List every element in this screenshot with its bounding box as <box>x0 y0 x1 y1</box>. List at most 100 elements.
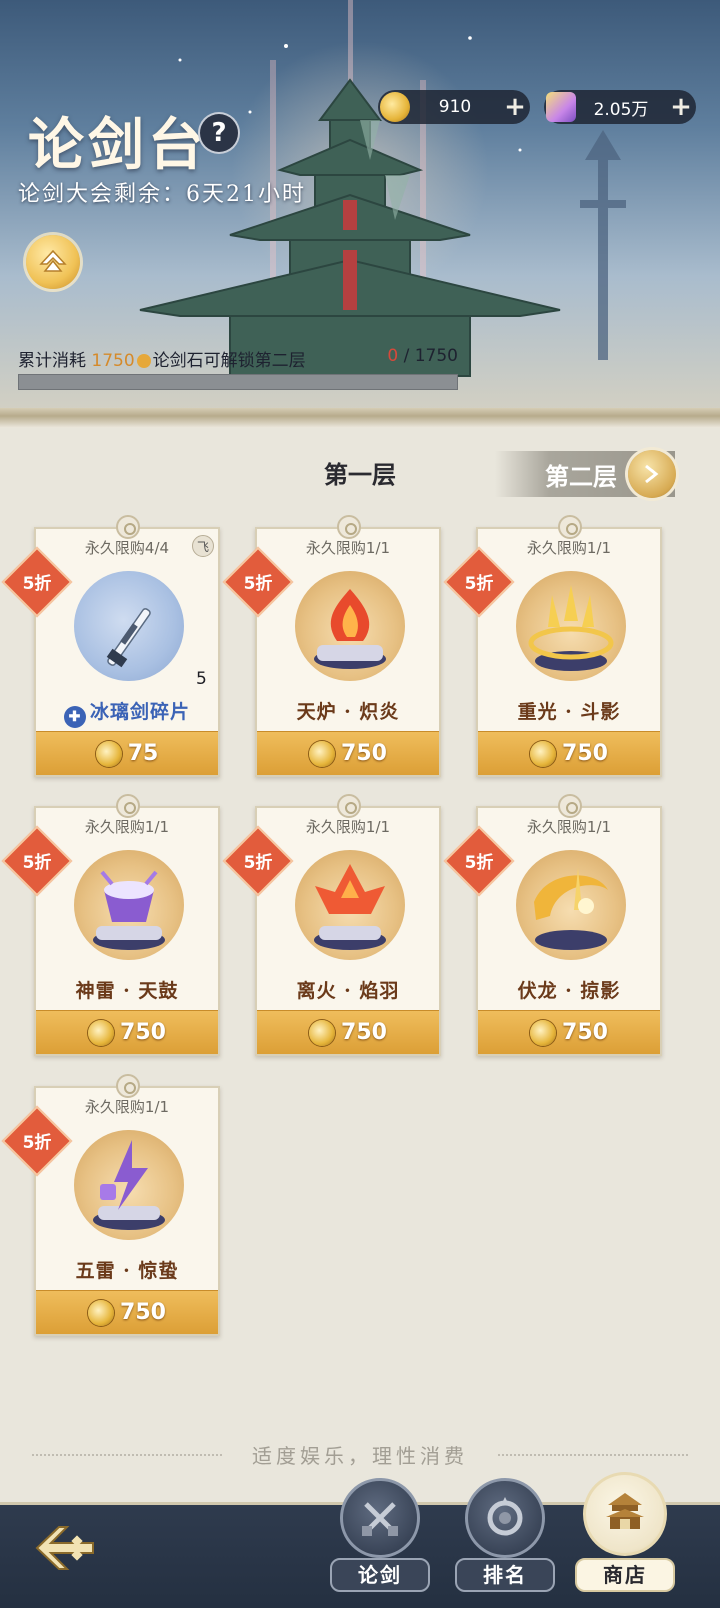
back-arrow-icon[interactable] <box>30 1518 100 1578</box>
discount-label: 5折 <box>22 853 52 873</box>
arrow-right-shape <box>645 464 659 484</box>
rank-chevron-shape <box>39 249 67 272</box>
shop-item-card[interactable]: 永久限购4/4 飞 5折 5 ✚ 冰璃剑碎片 75 <box>1 515 220 777</box>
purchase-limit: 永久限购1/1 <box>84 818 170 836</box>
shop-pavilion-shape <box>606 1493 644 1529</box>
item-name-text: 重光 · 斗影 <box>517 701 621 723</box>
buy-button[interactable]: 750 <box>478 1010 660 1054</box>
unlock-progress-bar <box>18 374 458 390</box>
unlock-progress-count: 0 / 1750 <box>387 346 458 366</box>
item-name: 重光 · 斗影 <box>478 697 660 724</box>
ranking-emblem-icon <box>465 1478 545 1558</box>
purchase-limit: 永久限购1/1 <box>526 818 612 836</box>
purchase-limit: 永久限购1/1 <box>305 539 391 557</box>
item-art <box>314 589 386 669</box>
coin-amount: 910 <box>438 97 472 117</box>
help-button[interactable]: ? <box>200 114 238 152</box>
sword-stone-icon <box>309 740 336 767</box>
card-knot-ornament <box>558 794 582 818</box>
card-knot-ornament <box>116 515 140 539</box>
item-price: 750 <box>341 1020 387 1045</box>
tab-floor-two-label: 第二层 <box>545 461 617 491</box>
nav-lunjian-label: 论剑 <box>330 1558 430 1592</box>
buy-button[interactable]: 750 <box>36 1290 218 1334</box>
item-art <box>534 868 608 950</box>
unlock-target: 1750 <box>414 346 458 366</box>
drum-item-icon <box>74 850 184 960</box>
discount-label: 5折 <box>22 574 52 594</box>
item-art <box>93 1140 165 1230</box>
item-art <box>106 608 151 668</box>
shop-item-card[interactable]: 永久限购1/1 5折神雷 · 天鼓 750 <box>1 794 220 1056</box>
nav-ranking-label: 排名 <box>455 1558 555 1592</box>
discount-label: 5折 <box>243 574 273 594</box>
title-block: 论剑台 <box>28 100 208 181</box>
moderation-notice: 适度娱乐，理性消费 <box>0 1440 720 1469</box>
buy-button[interactable]: 750 <box>36 1010 218 1054</box>
add-coin-button[interactable]: + <box>500 92 530 122</box>
purchase-limit: 永久限购1/1 <box>84 1098 170 1116</box>
discount-label: 5折 <box>243 853 273 873</box>
unlock-prefix: 累计消耗 <box>18 351 92 371</box>
discount-label: 5折 <box>464 853 494 873</box>
back-arrow-shape <box>35 1526 94 1570</box>
nav-lunjian[interactable]: 论剑 <box>330 1478 430 1608</box>
fly-badge: 飞 <box>192 535 214 557</box>
shop-item-card[interactable]: 永久限购1/1 5折重光 · 斗影 750 <box>443 515 662 777</box>
buy-button[interactable]: 750 <box>257 731 439 775</box>
card-knot-ornament <box>337 515 361 539</box>
unlock-suffix: 论剑石可解锁第二层 <box>152 351 306 371</box>
item-price: 750 <box>562 1020 608 1045</box>
nav-ranking[interactable]: 排名 <box>455 1478 555 1608</box>
event-countdown: 论剑大会剩余：6天21小时 <box>18 182 306 207</box>
sword-stone-icon <box>136 354 151 368</box>
purchase-limit: 永久限购1/1 <box>305 818 391 836</box>
gem-amount: 2.05万 <box>593 99 649 120</box>
item-price: 750 <box>120 1020 166 1045</box>
ranking-emblem-shape <box>487 1497 523 1536</box>
item-name: ✚ 冰璃剑碎片 <box>36 697 218 728</box>
item-art <box>528 585 614 671</box>
sword-stone-icon <box>95 740 122 767</box>
item-name-text: 冰璃剑碎片 <box>89 701 190 723</box>
nav-shop-label: 商店 <box>575 1558 675 1592</box>
next-floor-arrow-icon[interactable] <box>628 450 676 498</box>
crossed-swords-icon <box>340 1478 420 1558</box>
item-name-text: 离火 · 焰羽 <box>296 980 400 1002</box>
crossed-swords-shape <box>362 1502 398 1536</box>
buy-button[interactable]: 750 <box>257 1010 439 1054</box>
item-price: 750 <box>341 741 387 766</box>
item-price: 750 <box>562 741 608 766</box>
tab-floor-one[interactable]: 第一层 <box>300 455 420 490</box>
item-name: 五雷 · 惊蛰 <box>36 1256 218 1283</box>
shop-item-card[interactable]: 永久限购1/1 5折 伏龙 · 掠影 750 <box>443 794 662 1056</box>
rank-chevron-icon[interactable] <box>26 235 80 289</box>
add-gem-button[interactable]: + <box>666 92 696 122</box>
discount-label: 5折 <box>22 1133 52 1153</box>
nav-shop[interactable]: 商店 <box>575 1472 675 1608</box>
item-name: 神雷 · 天鼓 <box>36 976 218 1003</box>
item-name-text: 五雷 · 惊蛰 <box>75 1260 179 1282</box>
jade-ticket-icon <box>546 92 576 122</box>
purchase-limit: 永久限购1/1 <box>526 539 612 557</box>
discount-label: 5折 <box>464 574 494 594</box>
sword-stone-icon <box>530 1019 557 1046</box>
item-name: 天炉 · 炽炎 <box>257 697 439 724</box>
unlock-current: 0 <box>387 346 399 366</box>
card-knot-ornament <box>558 515 582 539</box>
feather-item-icon <box>295 850 405 960</box>
item-name-text: 神雷 · 天鼓 <box>75 980 179 1002</box>
page-title: 论剑台 <box>28 112 208 178</box>
shop-item-card[interactable]: 永久限购1/1 5折天炉 · 炽炎 750 <box>222 515 441 777</box>
shop-item-card[interactable]: 永久限购1/1 5折五雷 · 惊蛰 750 <box>1 1074 220 1336</box>
item-art <box>314 864 386 950</box>
currency-gem: 2.05万 + <box>544 90 696 124</box>
buy-button[interactable]: 75 <box>36 731 218 775</box>
item-quantity: 5 <box>196 669 207 689</box>
card-knot-ornament <box>116 794 140 818</box>
buy-button[interactable]: 750 <box>478 731 660 775</box>
unlock-requirement: 累计消耗 1750 论剑石可解锁第二层 <box>18 346 306 371</box>
item-name-text: 天炉 · 炽炎 <box>296 701 400 723</box>
shop-item-card[interactable]: 永久限购1/1 5折离火 · 焰羽 750 <box>222 794 441 1056</box>
unlock-amount: 1750 <box>91 351 135 371</box>
